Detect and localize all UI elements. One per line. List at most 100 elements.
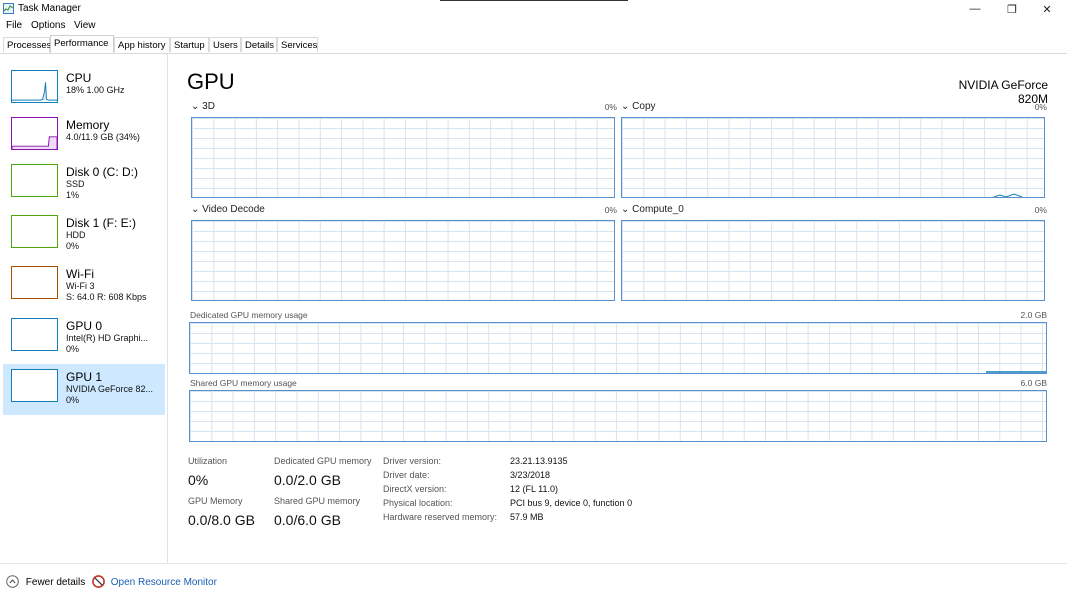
cpu-thumbnail xyxy=(11,70,58,103)
sidebar-item-type: SSD xyxy=(66,179,85,189)
sidebar-item-label: Disk 0 (C: D:) xyxy=(66,165,138,179)
graph-copy xyxy=(621,117,1045,198)
shared-gpu-memory-label: Shared GPU memory xyxy=(274,496,361,506)
sidebar-item-disk1[interactable]: Disk 1 (F: E:) HDD 0% xyxy=(3,210,165,261)
sidebar-item-wifi[interactable]: Wi-Fi Wi-Fi 3 S: 64.0 R: 608 Kbps xyxy=(3,261,165,312)
disk0-thumbnail xyxy=(11,164,58,197)
copy-usage-line xyxy=(993,193,1023,197)
close-icon: ✕ xyxy=(1042,3,1052,16)
info-value: 3/23/2018 xyxy=(510,470,551,480)
tab-startup[interactable]: Startup xyxy=(170,37,209,52)
utilization-value: 0% xyxy=(188,472,209,488)
sidebar-item-detail: S: 64.0 R: 608 Kbps xyxy=(66,292,147,302)
info-value: PCI bus 9, device 0, function 0 xyxy=(510,498,633,508)
open-resource-monitor-label: Open Resource Monitor xyxy=(110,577,217,588)
sidebar-item-memory[interactable]: Memory 4.0/11.9 GB (34%) xyxy=(3,112,165,163)
gpu-memory-label: GPU Memory xyxy=(188,496,243,506)
gpu-memory-value: 0.0/8.0 GB xyxy=(188,512,255,528)
engine-pct-3d: 0% xyxy=(604,102,617,112)
tab-users[interactable]: Users xyxy=(209,37,241,52)
engine-selector-video-decode[interactable]: ⌄ Video Decode xyxy=(191,204,265,215)
minimize-button[interactable]: — xyxy=(958,0,992,18)
chevron-down-icon: ⌄ xyxy=(191,204,200,215)
sidebar-item-type: Wi-Fi 3 xyxy=(66,281,95,291)
info-label: Driver date: xyxy=(383,470,430,480)
open-resource-monitor-link[interactable]: Open Resource Monitor xyxy=(92,575,217,588)
disk1-thumbnail xyxy=(11,215,58,248)
info-label: Driver version: xyxy=(383,456,442,466)
close-button[interactable]: ✕ xyxy=(1030,0,1064,18)
tab-app-history[interactable]: App history xyxy=(114,37,170,52)
sidebar-item-detail: 0% xyxy=(66,344,80,354)
menu-file[interactable]: File xyxy=(6,20,22,31)
dedicated-gpu-memory-value: 0.0/2.0 GB xyxy=(274,472,341,488)
wifi-thumbnail xyxy=(11,266,58,299)
sidebar-item-label: GPU 1 xyxy=(66,370,103,384)
window-title: Task Manager xyxy=(18,3,81,14)
info-label: Physical location: xyxy=(383,498,453,508)
graph-compute xyxy=(621,220,1045,301)
gpu0-thumbnail xyxy=(11,318,58,351)
sidebar-item-label: Memory xyxy=(66,118,110,132)
fewer-details-button[interactable]: Fewer details xyxy=(6,575,85,588)
tab-performance[interactable]: Performance xyxy=(50,35,114,53)
menu-options[interactable]: Options xyxy=(31,20,65,31)
chevron-up-circle-icon xyxy=(6,575,19,588)
info-label: Hardware reserved memory: xyxy=(383,512,498,522)
engine-pct-video-decode: 0% xyxy=(604,205,617,215)
sidebar-item-type: NVIDIA GeForce 82... xyxy=(66,384,154,394)
sidebar-item-gpu1[interactable]: GPU 1 NVIDIA GeForce 82... 0% xyxy=(3,364,165,415)
info-value: 23.21.13.9135 xyxy=(510,456,568,466)
engine-selector-compute[interactable]: ⌄ Compute_0 xyxy=(621,204,684,215)
sidebar-item-detail: 1% xyxy=(66,190,80,200)
sidebar-item-disk0[interactable]: Disk 0 (C: D:) SSD 1% xyxy=(3,159,165,210)
tab-processes[interactable]: Processes xyxy=(3,37,51,52)
graph-3d xyxy=(191,117,615,198)
minimize-icon: — xyxy=(969,3,981,15)
sidebar-item-detail: 0% xyxy=(66,395,80,405)
sidebar-item-gpu0[interactable]: GPU 0 Intel(R) HD Graphi... 0% xyxy=(3,313,165,364)
sidebar-item-detail: 4.0/11.9 GB (34%) xyxy=(66,132,140,142)
sidebar-item-label: Wi-Fi xyxy=(66,267,94,281)
shared-memory-label: Shared GPU memory usage xyxy=(190,378,297,388)
menu-view[interactable]: View xyxy=(74,20,96,31)
info-label: DirectX version: xyxy=(383,484,447,494)
restore-icon: ❐ xyxy=(1007,3,1017,16)
engine-selector-3d[interactable]: ⌄ 3D xyxy=(191,101,215,112)
shared-gpu-memory-value: 0.0/6.0 GB xyxy=(274,512,341,528)
sidebar-item-cpu[interactable]: CPU 18% 1.00 GHz xyxy=(3,65,165,116)
title-bar[interactable]: Task Manager — ❐ ✕ xyxy=(0,0,1067,18)
chevron-down-icon: ⌄ xyxy=(621,101,630,112)
graph-shared-memory xyxy=(189,390,1047,442)
page-title: GPU xyxy=(187,69,235,94)
chevron-down-icon: ⌄ xyxy=(621,204,630,215)
dedicated-memory-max: 2.0 GB xyxy=(1020,310,1047,320)
graph-dedicated-memory xyxy=(189,322,1047,374)
dedicated-memory-label: Dedicated GPU memory usage xyxy=(190,310,308,320)
memory-thumbnail xyxy=(11,117,58,150)
chevron-down-icon: ⌄ xyxy=(191,101,200,112)
engine-pct-compute: 0% xyxy=(1034,205,1047,215)
fewer-details-label: Fewer details xyxy=(25,577,86,588)
task-manager-icon xyxy=(3,3,14,14)
footer-divider xyxy=(0,563,1067,564)
engine-selector-copy[interactable]: ⌄ Copy xyxy=(621,101,656,112)
sidebar-item-label: CPU xyxy=(66,71,92,85)
tab-details[interactable]: Details xyxy=(241,37,277,52)
sidebar-item-type: Intel(R) HD Graphi... xyxy=(66,333,149,343)
gpu1-thumbnail xyxy=(11,369,58,402)
sidebar-item-type: HDD xyxy=(66,230,86,240)
tab-services[interactable]: Services xyxy=(277,37,318,52)
utilization-label: Utilization xyxy=(188,456,228,466)
graph-video-decode xyxy=(191,220,615,301)
info-value: 57.9 MB xyxy=(510,512,544,522)
sidebar-item-detail: 18% 1.00 GHz xyxy=(66,85,125,95)
drag-indicator xyxy=(440,0,628,1)
dedicated-memory-line xyxy=(986,371,1046,373)
restore-button[interactable]: ❐ xyxy=(995,0,1029,18)
resource-monitor-icon xyxy=(92,575,105,588)
sidebar-item-detail: 0% xyxy=(66,241,80,251)
shared-memory-max: 6.0 GB xyxy=(1020,378,1047,388)
info-value: 12 (FL 11.0) xyxy=(510,484,559,494)
sidebar-item-label: Disk 1 (F: E:) xyxy=(66,216,137,230)
